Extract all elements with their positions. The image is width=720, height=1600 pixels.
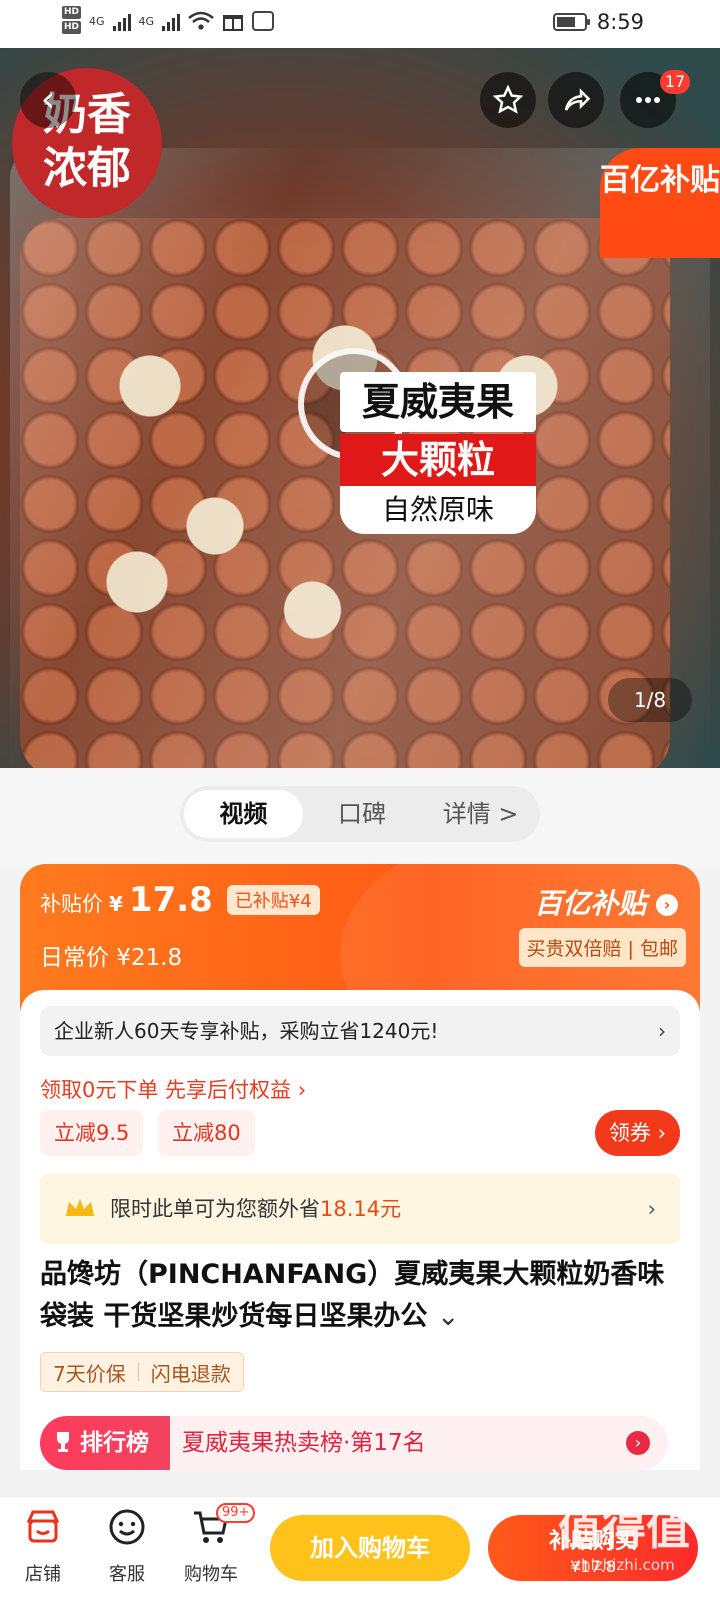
customer-service-icon: [109, 1509, 145, 1545]
subsidized-tag: 已补贴¥4: [226, 885, 320, 915]
clock: 8:59: [596, 10, 644, 34]
back-button[interactable]: ‹: [20, 72, 76, 128]
subsidy-brand-link[interactable]: 百亿补贴 ›: [534, 882, 678, 922]
tab-reviews[interactable]: 口碑: [303, 790, 422, 838]
cart-count-badge: 99+: [216, 1503, 256, 1523]
badge-line-2: 浓郁: [43, 143, 131, 194]
image-pager: 1/8: [608, 678, 692, 722]
customer-service-button[interactable]: 客服: [92, 1507, 162, 1586]
tab-details[interactable]: 详情 >: [421, 790, 540, 838]
ranking-text: 夏威夷果热卖榜·第17名: [182, 1430, 426, 1456]
product-hero-image[interactable]: 奶香 浓郁 百亿补贴 夏威夷果 大颗粒 自然原味 1/8: [0, 48, 720, 768]
overlay-natural-flavor: 自然原味: [340, 486, 536, 534]
battery-icon: [552, 13, 590, 31]
cart-label: 购物车: [184, 1564, 238, 1585]
hd2-label: HD: [62, 21, 82, 34]
subsidy-corner-text: 百亿补贴: [600, 163, 720, 198]
product-info-card: 企业新人60天专享补贴，采购立省1240元! › 领取0元下单 先享后付权益 ›…: [20, 990, 700, 1470]
status-bar: HD HD 4G 4G 8:59: [0, 0, 720, 48]
shop-icon: [26, 1510, 60, 1543]
product-title[interactable]: 品馋坊（PINCHANFANG）夏威夷果大颗粒奶香味袋装 干货坚果炒货每日坚果办…: [40, 1254, 680, 1338]
chevron-right-icon: ›: [657, 1121, 666, 1145]
extra-savings-banner[interactable]: 限时此单可为您额外省18.14元 ›: [40, 1174, 680, 1244]
product-title-text: 品馋坊（PINCHANFANG）夏威夷果大颗粒奶香味袋装 干货坚果炒货每日坚果办…: [40, 1259, 665, 1332]
subsidy-price-row: 补贴价 ¥ 17.8 已补贴¥4: [40, 880, 320, 920]
gift-icon: [223, 15, 244, 31]
favorite-button[interactable]: [480, 72, 536, 128]
status-icons-right: 8:59: [552, 10, 644, 34]
cart-button[interactable]: 99+ 购物车: [176, 1503, 256, 1586]
chevron-right-icon: ›: [658, 1019, 666, 1043]
customer-service-label: 客服: [109, 1564, 145, 1585]
network-type-2: 4G: [138, 14, 155, 28]
get-coupon-button[interactable]: 领券 ›: [594, 1110, 680, 1156]
coupon-row: 立减9.5 立减80 领券 ›: [40, 1110, 680, 1158]
extra-savings-prefix: 限时此单可为您额外省: [110, 1197, 320, 1221]
app-notification-icon: [252, 11, 275, 31]
share-icon: [564, 88, 591, 111]
subsidy-price-amount: 17.8: [128, 880, 213, 920]
add-to-cart-button[interactable]: 加入购物车: [270, 1515, 470, 1581]
get-coupon-label: 领券: [608, 1121, 651, 1145]
shop-button[interactable]: 店铺: [8, 1507, 78, 1586]
tag-price-protection: 7天价保: [53, 1361, 126, 1386]
signal-icon: [112, 11, 131, 31]
subsidy-brand-text: 百亿补贴: [534, 887, 647, 920]
star-icon: [492, 84, 524, 114]
signal-icon-2: [162, 11, 181, 31]
chevron-right-icon: ›: [647, 1197, 656, 1221]
media-tabs: 视频 口碑 详情 >: [180, 786, 540, 842]
overlay-product-name: 夏威夷果: [340, 372, 536, 432]
enterprise-subsidy-banner[interactable]: 企业新人60天专享补贴，采购立省1240元! ›: [40, 1006, 680, 1056]
watermark-main: 值得值: [558, 1504, 690, 1555]
watermark-sub: zhizhizhi.com: [573, 1556, 675, 1574]
site-watermark: 值得值 zhizhizhi.com: [554, 1502, 694, 1582]
status-icons-left: HD HD 4G 4G: [62, 6, 275, 36]
coupon-discount-2[interactable]: 立减80: [158, 1110, 255, 1156]
hd-indicator: HD HD: [62, 6, 82, 36]
shop-label: 店铺: [25, 1564, 61, 1585]
ranking-badge: 排行榜: [40, 1416, 170, 1470]
coupon-discount-1[interactable]: 立减9.5: [40, 1110, 144, 1156]
subsidy-corner-badge: 百亿补贴: [600, 148, 720, 258]
chevron-right-icon: ›: [656, 894, 678, 916]
pay-later-link[interactable]: 领取0元下单 先享后付权益 ›: [40, 1074, 306, 1104]
regular-price: 日常价 ¥21.8: [40, 945, 183, 971]
hd1-label: HD: [62, 6, 82, 19]
tab-video[interactable]: 视频: [184, 790, 303, 838]
subsidy-price-label: 补贴价: [40, 892, 103, 916]
ranking-label: 排行榜: [80, 1430, 149, 1456]
network-type-1: 4G: [89, 14, 105, 28]
guarantee-tag: 买贵双倍赔 | 包邮: [518, 928, 686, 967]
chevron-right-icon: ›: [626, 1431, 650, 1455]
wifi-icon: [188, 11, 214, 30]
trophy-icon: [57, 1432, 69, 1452]
enterprise-banner-text: 企业新人60天专享补贴，采购立省1240元!: [54, 1019, 439, 1043]
media-tabs-area: 视频 口碑 详情 >: [0, 768, 720, 868]
chevron-down-icon[interactable]: ⌄: [437, 1301, 460, 1332]
overlay-large-size: 大颗粒: [340, 434, 536, 486]
tag-fast-refund: 闪电退款: [150, 1361, 231, 1386]
currency-symbol: ¥: [109, 892, 123, 916]
crown-icon: [66, 1199, 94, 1216]
extra-savings-amount: 18.14元: [320, 1197, 402, 1221]
more-dots-icon: [636, 97, 660, 103]
share-button[interactable]: [548, 72, 604, 128]
extra-savings-text: 限时此单可为您额外省18.14元: [110, 1174, 401, 1244]
service-tags[interactable]: 7天价保 闪电退款: [40, 1352, 244, 1392]
message-count-badge: 17: [660, 70, 690, 94]
ranking-banner[interactable]: 排行榜 夏威夷果热卖榜·第17名 ›: [40, 1416, 668, 1470]
